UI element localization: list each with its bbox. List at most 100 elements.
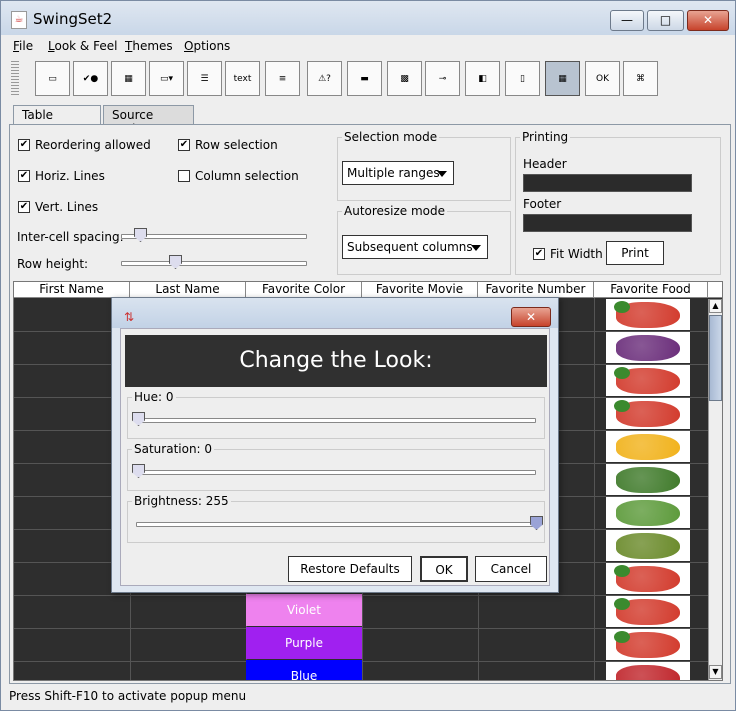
menu-options[interactable]: Options: [184, 39, 230, 53]
watermelon-shape: [616, 665, 680, 680]
col-header-favorite-color[interactable]: Favorite Color: [246, 282, 362, 298]
combobox-button[interactable]: ▭▾: [149, 61, 184, 96]
col-header-last-name[interactable]: Last Name: [130, 282, 246, 298]
title-bar[interactable]: ☕ SwingSet2 — □ ✕: [1, 1, 736, 37]
row-height-label: Row height:: [17, 257, 89, 271]
tooltip-button[interactable]: OK: [585, 61, 620, 96]
brightness-group: Brightness: 255: [127, 494, 545, 543]
checkbox-label: Column selection: [195, 169, 299, 183]
tabbed-pane-icon: ▯: [520, 73, 525, 84]
scroll-down-icon[interactable]: ▼: [709, 665, 722, 679]
minimize-button[interactable]: —: [610, 10, 644, 31]
maximize-button[interactable]: □: [647, 10, 684, 31]
tab-table-demo[interactable]: Table Demo: [13, 105, 101, 136]
brightness-slider-thumb[interactable]: [530, 516, 543, 530]
scroll-up-icon[interactable]: ▲: [709, 299, 722, 313]
scroll-pane-button[interactable]: ▩: [387, 61, 422, 96]
internal-frame-button[interactable]: ▭: [35, 61, 70, 96]
dialog-app-icon: ⇅: [124, 310, 135, 324]
vertical-scrollbar[interactable]: ▲ ▼: [708, 299, 722, 680]
menu-look-and-feel[interactable]: Look & Feel: [48, 39, 117, 53]
autoresize-mode-combo[interactable]: Subsequent columns: [342, 235, 488, 259]
saturation-slider-thumb[interactable]: [132, 464, 145, 478]
split-pane-button[interactable]: ◧: [465, 61, 500, 96]
checkbox-mark: ✔: [533, 248, 545, 260]
strawberry-image: [606, 563, 690, 594]
table-button[interactable]: ▦: [545, 61, 580, 96]
menu-label: hemes: [132, 39, 173, 53]
intercell-spacing-slider[interactable]: [121, 234, 307, 239]
cancel-button[interactable]: Cancel: [475, 556, 547, 582]
ok-button[interactable]: OK: [420, 556, 468, 582]
tab-source-code[interactable]: Source Code: [103, 105, 194, 136]
pepper-shape: [616, 434, 680, 460]
brightness-slider[interactable]: [136, 522, 536, 527]
col-header-favorite-movie[interactable]: Favorite Movie: [362, 282, 478, 298]
tabbed-pane-button[interactable]: ▯: [505, 61, 540, 96]
color-chooser-icon: ▦: [124, 73, 133, 84]
menu-themes[interactable]: Themes: [125, 39, 173, 53]
tree-button[interactable]: ⌘: [623, 61, 658, 96]
vert-lines-checkbox[interactable]: ✔ Vert. Lines: [18, 200, 98, 214]
row-selection-checkbox[interactable]: ✔ Row selection: [178, 138, 278, 152]
leaf-shape: [614, 565, 630, 577]
print-button[interactable]: Print: [606, 241, 664, 265]
strawberry-image: [606, 365, 690, 396]
selection-mode-combo[interactable]: Multiple ranges: [342, 161, 454, 185]
checkbox-mark: [178, 170, 190, 182]
close-button[interactable]: ✕: [687, 10, 729, 31]
restore-defaults-button[interactable]: Restore Defaults: [288, 556, 412, 582]
file-chooser-icon: ☰: [200, 73, 209, 84]
hue-slider-thumb[interactable]: [132, 412, 145, 426]
color-cell-blue[interactable]: Blue: [246, 660, 362, 680]
footer-field[interactable]: [523, 214, 692, 232]
scroll-thumb[interactable]: [709, 315, 722, 401]
header-field[interactable]: [523, 174, 692, 192]
change-look-dialog: ⇅ ✕ Change the Look: Hue: 0 Saturation: …: [111, 297, 559, 593]
horiz-lines-checkbox[interactable]: ✔ Horiz. Lines: [18, 169, 105, 183]
option-pane-button[interactable]: ⚠?: [307, 61, 342, 96]
checkbox-label: Reordering allowed: [35, 138, 151, 152]
saturation-slider[interactable]: [136, 470, 536, 475]
reordering-checkbox[interactable]: ✔ Reordering allowed: [18, 138, 151, 152]
dialog-close-button[interactable]: ✕: [511, 307, 551, 327]
column-divider: [594, 298, 595, 680]
group-title: Autoresize mode: [342, 204, 448, 218]
leaf-shape: [614, 400, 630, 412]
group-title: Selection mode: [342, 130, 440, 144]
color-chooser-button[interactable]: ▦: [111, 61, 146, 96]
fit-width-checkbox[interactable]: ✔ Fit Width: [533, 247, 603, 261]
progress-bar-button[interactable]: ▬: [347, 61, 382, 96]
slider-button[interactable]: ⊸: [425, 61, 460, 96]
checkbox-label: Row selection: [195, 138, 278, 152]
kiwi-image: [606, 530, 690, 561]
button-icon: ✔●: [82, 73, 99, 84]
checkbox-mark: ✔: [18, 170, 30, 182]
broccoli-image: [606, 464, 690, 495]
col-header-favorite-food[interactable]: Favorite Food: [594, 282, 708, 298]
col-header-favorite-number[interactable]: Favorite Number: [478, 282, 594, 298]
file-chooser-button[interactable]: ☰: [187, 61, 222, 96]
watermelon-image: [606, 662, 690, 680]
leaf-shape: [614, 631, 630, 643]
editor-pane-button[interactable]: text: [225, 61, 260, 96]
saturation-group: Saturation: 0: [127, 442, 545, 491]
menu-file[interactable]: File: [13, 39, 33, 53]
color-cell-violet[interactable]: Violet: [246, 594, 362, 626]
combobox-icon: ▭▾: [159, 73, 174, 84]
progress-bar-icon: ▬: [360, 73, 369, 84]
color-cell-purple[interactable]: Purple: [246, 627, 362, 659]
list-button[interactable]: ≡: [265, 61, 300, 96]
status-bar: Press Shift-F10 to activate popup menu: [9, 689, 247, 703]
col-header-first-name[interactable]: First Name: [14, 282, 130, 298]
row-height-slider[interactable]: [121, 261, 307, 266]
toolbar-grip[interactable]: [11, 59, 19, 97]
chevron-down-icon: [437, 171, 447, 177]
combo-value: Multiple ranges: [347, 166, 440, 180]
hue-slider[interactable]: [136, 418, 536, 423]
tree-icon: ⌘: [636, 73, 645, 84]
column-selection-checkbox[interactable]: Column selection: [178, 169, 299, 183]
button-button[interactable]: ✔●: [73, 61, 108, 96]
dialog-content: Change the Look: Hue: 0 Saturation: 0 Br…: [120, 328, 550, 586]
header-corner: [708, 282, 722, 298]
